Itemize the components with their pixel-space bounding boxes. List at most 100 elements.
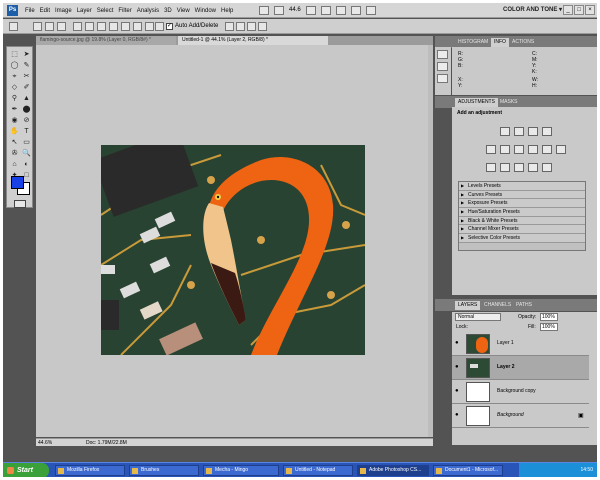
subtract-path-area-icon[interactable] — [236, 22, 245, 31]
type-tool-icon[interactable]: T — [21, 127, 32, 137]
posterize-icon[interactable] — [500, 163, 510, 172]
taskbar-item[interactable]: Untitled - Notepad — [283, 465, 353, 476]
layer-row[interactable]: ● Background ▣ — [452, 404, 589, 428]
layer-row[interactable]: ● Layer 2 — [452, 356, 589, 380]
layer-row[interactable]: ● Background copy — [452, 380, 589, 404]
taskbar-item[interactable]: Document1 - Microsof... — [433, 465, 503, 476]
hand-tool-icon[interactable]: ⌂ — [9, 160, 20, 170]
tab-info[interactable]: INFO — [491, 38, 509, 47]
tab-channels[interactable]: CHANNELS — [481, 301, 514, 310]
taskbar-item[interactable]: Adobe Photoshop CS... — [357, 465, 429, 476]
custom-shape-icon[interactable] — [155, 22, 164, 31]
move-tool-icon[interactable]: ⬚ — [9, 50, 20, 60]
eyedropper-tool-icon[interactable]: ◇ — [9, 83, 20, 93]
layer-name[interactable]: Background — [497, 412, 524, 418]
bridge-icon[interactable] — [259, 6, 269, 15]
tab-masks[interactable]: MASKS — [497, 98, 521, 107]
zoom-level-readout[interactable]: 44.6% — [38, 439, 52, 447]
preset-curves[interactable]: Curves Presets — [459, 190, 585, 200]
eraser-tool-icon[interactable]: ⬤ — [21, 105, 32, 115]
taskbar-item[interactable]: Mozilla Firefox — [55, 465, 125, 476]
zoom-level-control[interactable]: 44.6 — [289, 6, 301, 15]
brightness-contrast-icon[interactable] — [500, 127, 510, 136]
crop-tool-icon[interactable]: ⌖ — [9, 72, 20, 82]
preset-channel-mixer[interactable]: Channel Mixer Presets — [459, 225, 585, 235]
shape-tool-icon[interactable]: ▭ — [21, 138, 32, 148]
tab-adjustments[interactable]: ADJUSTMENTS — [455, 98, 498, 107]
3d-rotate-tool-icon[interactable]: ✇ — [9, 149, 20, 159]
ellipse-icon[interactable] — [121, 22, 130, 31]
menu-filter[interactable]: Filter — [118, 8, 131, 14]
vibrance-icon[interactable] — [486, 145, 496, 154]
intersect-path-area-icon[interactable] — [247, 22, 256, 31]
workspace-switcher[interactable]: COLOR AND TONE ▾ — [503, 5, 562, 16]
visibility-eye-icon[interactable]: ● — [455, 388, 459, 394]
close-button[interactable]: × — [585, 5, 595, 15]
clock[interactable]: 14:50 — [580, 463, 593, 477]
menu-view[interactable]: View — [177, 8, 190, 14]
selective-color-icon[interactable] — [542, 163, 552, 172]
layer-name[interactable]: Layer 1 — [497, 340, 514, 346]
document-size-readout[interactable]: Doc: 1.79M/22.8M — [86, 439, 127, 447]
pen-icon[interactable] — [73, 22, 82, 31]
brush-tool-icon[interactable]: ⚲ — [9, 94, 20, 104]
paths-icon[interactable] — [45, 22, 54, 31]
exposure-icon[interactable] — [542, 127, 552, 136]
tab-untitled-1[interactable]: Untitled-1 @ 44.1% (Layer 2, RGB/8) * — [178, 36, 328, 45]
zoom-tool-icon[interactable]: 🔍 — [21, 149, 32, 159]
invert-icon[interactable] — [486, 163, 496, 172]
blend-mode-select[interactable]: Normal — [455, 313, 501, 321]
menu-help[interactable]: Help — [221, 8, 233, 14]
shape-layers-icon[interactable] — [33, 22, 42, 31]
tab-layers[interactable]: LAYERS — [455, 301, 481, 310]
lasso-tool-icon[interactable]: ◯ — [9, 61, 20, 71]
auto-add-delete-checkbox[interactable]: ✓ — [166, 23, 173, 30]
polygon-icon[interactable] — [133, 22, 142, 31]
preset-selective-color[interactable]: Selective Color Presets — [459, 234, 585, 243]
path-selection-tool-icon[interactable]: ↖ — [9, 138, 20, 148]
menu-select[interactable]: Select — [97, 8, 114, 14]
color-balance-icon[interactable] — [514, 145, 524, 154]
layer-name[interactable]: Background copy — [497, 388, 536, 394]
panel-character-icon[interactable] — [437, 74, 448, 83]
freeform-pen-icon[interactable] — [85, 22, 94, 31]
arrange-documents-icon[interactable] — [350, 6, 361, 15]
history-brush-tool-icon[interactable]: ✒ — [9, 105, 20, 115]
rectangle-icon[interactable] — [97, 22, 106, 31]
tab-flamingo-source[interactable]: flamingo-source.jpg @ 19.8% (Layer 0, RG… — [36, 36, 176, 45]
quick-select-tool-icon[interactable]: ✎ — [21, 61, 32, 71]
start-button[interactable]: Start — [3, 463, 49, 477]
panel-brush-icon[interactable] — [437, 50, 448, 59]
healing-brush-tool-icon[interactable]: ✐ — [21, 83, 32, 93]
menu-layer[interactable]: Layer — [77, 8, 92, 14]
menu-file[interactable]: File — [25, 8, 35, 14]
preset-black-white[interactable]: Black & White Presets — [459, 216, 585, 226]
document-image[interactable] — [101, 145, 365, 355]
fill-field[interactable]: 100% — [540, 323, 558, 331]
marquee-tool-icon[interactable]: ➤ — [21, 50, 32, 60]
view-extras-icon[interactable] — [274, 6, 284, 15]
hand-tool-icon[interactable] — [305, 6, 316, 15]
visibility-eye-icon[interactable]: ● — [455, 412, 459, 418]
exclude-path-area-icon[interactable] — [258, 22, 267, 31]
zoom-tool-icon[interactable] — [320, 6, 331, 15]
canvas-area[interactable] — [36, 45, 433, 437]
preset-exposure[interactable]: Exposure Presets — [459, 199, 585, 209]
line-icon[interactable] — [145, 22, 154, 31]
dodge-tool-icon[interactable]: ◐ — [21, 160, 32, 170]
preset-levels[interactable]: Levels Presets — [459, 182, 585, 191]
blur-tool-icon[interactable]: ⊘ — [21, 116, 32, 126]
tab-histogram[interactable]: HISTOGRAM — [455, 38, 491, 47]
taskbar-item[interactable]: Brushes — [129, 465, 199, 476]
menu-image[interactable]: Image — [55, 8, 72, 14]
quick-mask-icon[interactable] — [14, 200, 26, 208]
levels-icon[interactable] — [514, 127, 524, 136]
minimize-button[interactable]: _ — [563, 5, 573, 15]
channel-mixer-icon[interactable] — [556, 145, 566, 154]
rotate-view-icon[interactable] — [335, 6, 346, 15]
gradient-map-icon[interactable] — [528, 163, 538, 172]
threshold-icon[interactable] — [514, 163, 524, 172]
foreground-color-swatch[interactable] — [11, 176, 24, 189]
opacity-field[interactable]: 100% — [540, 313, 558, 321]
visibility-eye-icon[interactable]: ● — [455, 340, 459, 346]
